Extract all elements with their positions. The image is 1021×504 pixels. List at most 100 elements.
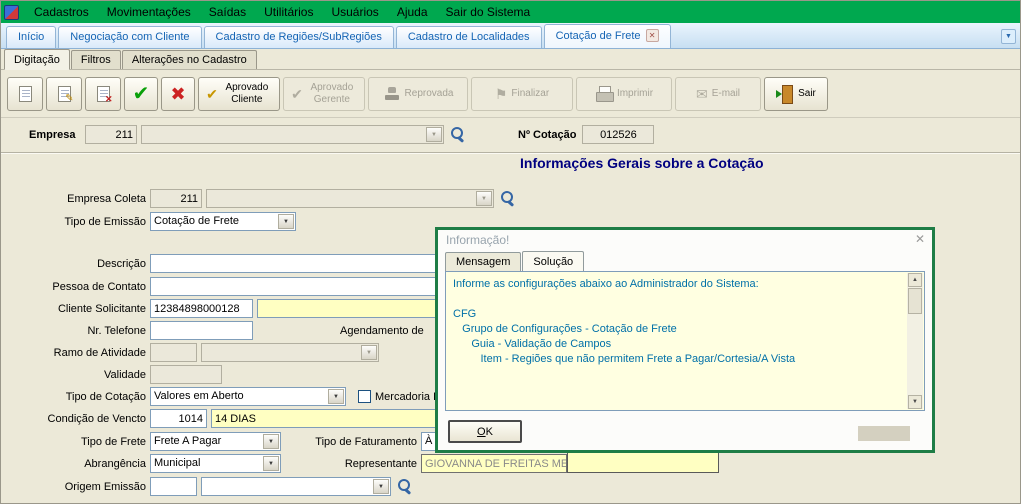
cancel-button[interactable]: ✖ xyxy=(161,77,195,111)
empresa-coleta-code-field[interactable]: 211 xyxy=(150,189,202,208)
scrollbar[interactable]: ▲ ▼ xyxy=(907,273,923,409)
app-icon xyxy=(4,5,19,20)
condicao-vencto-label: Condição de Vencto xyxy=(1,413,146,425)
button-label: Sair xyxy=(798,88,816,100)
tab-close-icon[interactable]: ✕ xyxy=(646,29,659,42)
cliente-solicitante-input[interactable]: 12384898000128 xyxy=(150,299,253,318)
empresa-coleta-combo[interactable]: ▼ xyxy=(206,189,494,208)
menu-utilitarios[interactable]: Utilitários xyxy=(255,2,322,22)
sair-button[interactable]: Sair xyxy=(764,77,828,111)
tab-negociacao-com-cliente[interactable]: Negociação com Cliente xyxy=(58,26,201,48)
button-label: Imprimir xyxy=(617,88,653,100)
validade-field[interactable] xyxy=(150,365,222,384)
abrangencia-combo[interactable]: Municipal ▼ xyxy=(150,454,281,473)
field-value: GIOVANNA DE FREITAS MEN xyxy=(425,458,567,470)
dialog-tab-solucao[interactable]: Solução xyxy=(522,251,584,271)
dropdown-arrow-icon[interactable]: ▼ xyxy=(426,127,442,142)
dropdown-arrow-icon[interactable]: ▼ xyxy=(373,479,389,494)
empresa-combo[interactable]: ▼ xyxy=(141,125,444,144)
toolbar: ✎ ✕ ✔ ✖ ✔ Aprovado Cliente ✔ Aprovado Ge… xyxy=(1,70,1020,118)
menu-usuarios[interactable]: Usuários xyxy=(322,2,387,22)
empresa-code-field[interactable]: 211 xyxy=(85,125,137,144)
dialog-message-line xyxy=(453,292,900,307)
origem-emissao-label: Origem Emissão xyxy=(1,481,146,493)
dialog-title: Informação! xyxy=(446,233,509,247)
agendamento-label: Agendamento de xyxy=(340,325,424,337)
dialog-message-line: Informe as configurações abaixo ao Admin… xyxy=(453,277,900,292)
dialog-titlebar[interactable]: Informação! ✕ xyxy=(438,230,932,250)
search-icon[interactable] xyxy=(448,125,468,145)
representante-label: Representante xyxy=(283,458,417,470)
search-icon[interactable] xyxy=(498,189,518,209)
representante-field: GIOVANNA DE FREITAS MEN xyxy=(421,454,567,473)
tab-cadastro-regioes-subregioes[interactable]: Cadastro de Regiões/SubRegiões xyxy=(204,26,394,48)
document-tab-bar: Início Negociação com Cliente Cadastro d… xyxy=(1,23,1020,49)
edit-document-icon: ✎ xyxy=(58,86,71,102)
chevron-down-icon[interactable]: ▼ xyxy=(1001,29,1016,44)
cancel-x-icon: ✖ xyxy=(170,85,185,103)
close-icon[interactable]: ✕ xyxy=(915,232,925,246)
dialog-tab-mensagem[interactable]: Mensagem xyxy=(445,252,521,271)
dropdown-arrow-icon[interactable]: ▼ xyxy=(263,434,279,449)
field-value: 211 xyxy=(180,193,198,205)
origem-emissao-combo[interactable]: ▼ xyxy=(201,477,391,496)
tipo-frete-label: Tipo de Frete xyxy=(1,436,146,448)
edit-record-button[interactable]: ✎ xyxy=(46,77,82,111)
delete-record-button[interactable]: ✕ xyxy=(85,77,121,111)
separator-line xyxy=(1,152,1020,154)
tab-cotacao-de-frete[interactable]: Cotação de Frete ✕ xyxy=(544,24,671,48)
aprovado-cliente-button[interactable]: ✔ Aprovado Cliente xyxy=(198,77,280,111)
approve-client-icon: ✔ xyxy=(206,87,218,101)
subtab-alteracoes-no-cadastro[interactable]: Alterações no Cadastro xyxy=(122,50,257,69)
approve-manager-icon: ✔ xyxy=(291,87,303,101)
menu-movimentacoes[interactable]: Movimentações xyxy=(98,2,200,22)
combo-value: Municipal xyxy=(154,457,200,469)
email-envelope-icon: ✉ xyxy=(696,87,708,101)
scroll-down-icon[interactable]: ▼ xyxy=(908,395,922,409)
menu-saidas[interactable]: Saídas xyxy=(200,2,255,22)
tipo-emissao-combo[interactable]: Cotação de Frete▼ xyxy=(150,212,296,231)
scrollbar-thumb[interactable] xyxy=(908,288,922,314)
dialog-message-line: Guia - Validação de Campos xyxy=(453,337,900,352)
subtab-filtros[interactable]: Filtros xyxy=(71,50,121,69)
menu-sair-do-sistema[interactable]: Sair do Sistema xyxy=(437,2,540,22)
application-window: Cadastros Movimentações Saídas Utilitári… xyxy=(0,0,1021,504)
dropdown-arrow-icon[interactable]: ▼ xyxy=(278,214,294,229)
cotacao-label: Nº Cotação xyxy=(518,129,576,141)
dropdown-arrow-icon[interactable]: ▼ xyxy=(361,345,377,360)
ramo-atividade-code-field[interactable] xyxy=(150,343,197,362)
nr-telefone-input[interactable] xyxy=(150,321,253,340)
dropdown-arrow-icon[interactable]: ▼ xyxy=(328,389,344,404)
tab-cadastro-localidades[interactable]: Cadastro de Localidades xyxy=(396,26,542,48)
abrangencia-label: Abrangência xyxy=(1,458,146,470)
sub-tab-bar: Digitação Filtros Alterações no Cadastro xyxy=(1,49,1020,70)
reprovada-button: Reprovada xyxy=(368,77,468,111)
dropdown-arrow-icon[interactable]: ▼ xyxy=(476,191,492,206)
tab-inicio[interactable]: Início xyxy=(6,26,56,48)
scroll-up-icon[interactable]: ▲ xyxy=(908,273,922,287)
nr-telefone-label: Nr. Telefone xyxy=(1,325,146,337)
ramo-atividade-combo[interactable]: ▼ xyxy=(201,343,379,362)
menu-cadastros[interactable]: Cadastros xyxy=(25,2,98,22)
information-dialog: Informação! ✕ Mensagem Solução Informe a… xyxy=(435,227,935,453)
button-label: Aprovado Gerente xyxy=(307,82,357,105)
new-record-button[interactable] xyxy=(7,77,43,111)
menu-ajuda[interactable]: Ajuda xyxy=(388,2,437,22)
origem-emissao-code-input[interactable] xyxy=(150,477,197,496)
section-title: Informações Gerais sobre a Cotação xyxy=(520,155,764,171)
mercadoria-checkbox[interactable] xyxy=(358,390,371,403)
combo-value: Valores em Aberto xyxy=(154,390,244,402)
ok-button[interactable]: OK xyxy=(448,420,522,443)
tipo-emissao-label: Tipo de Emissão xyxy=(1,216,146,228)
tipo-cotacao-combo[interactable]: Valores em Aberto ▼ xyxy=(150,387,346,406)
tipo-frete-combo[interactable]: Frete A Pagar▼ xyxy=(150,432,281,451)
tab-label: Cadastro de Regiões/SubRegiões xyxy=(216,31,382,43)
button-label: Aprovado Cliente xyxy=(222,82,272,105)
abrangencia-row: Abrangência Municipal ▼ Representante GIO… xyxy=(1,454,1020,473)
dialog-message-line: Grupo de Configurações - Cotação de Fret… xyxy=(453,322,900,337)
confirm-button[interactable]: ✔ xyxy=(124,77,158,111)
search-icon[interactable] xyxy=(395,477,415,497)
condicao-vencto-code-input[interactable]: 1014 xyxy=(150,409,207,428)
dropdown-arrow-icon[interactable]: ▼ xyxy=(263,456,279,471)
subtab-digitacao[interactable]: Digitação xyxy=(4,49,70,70)
